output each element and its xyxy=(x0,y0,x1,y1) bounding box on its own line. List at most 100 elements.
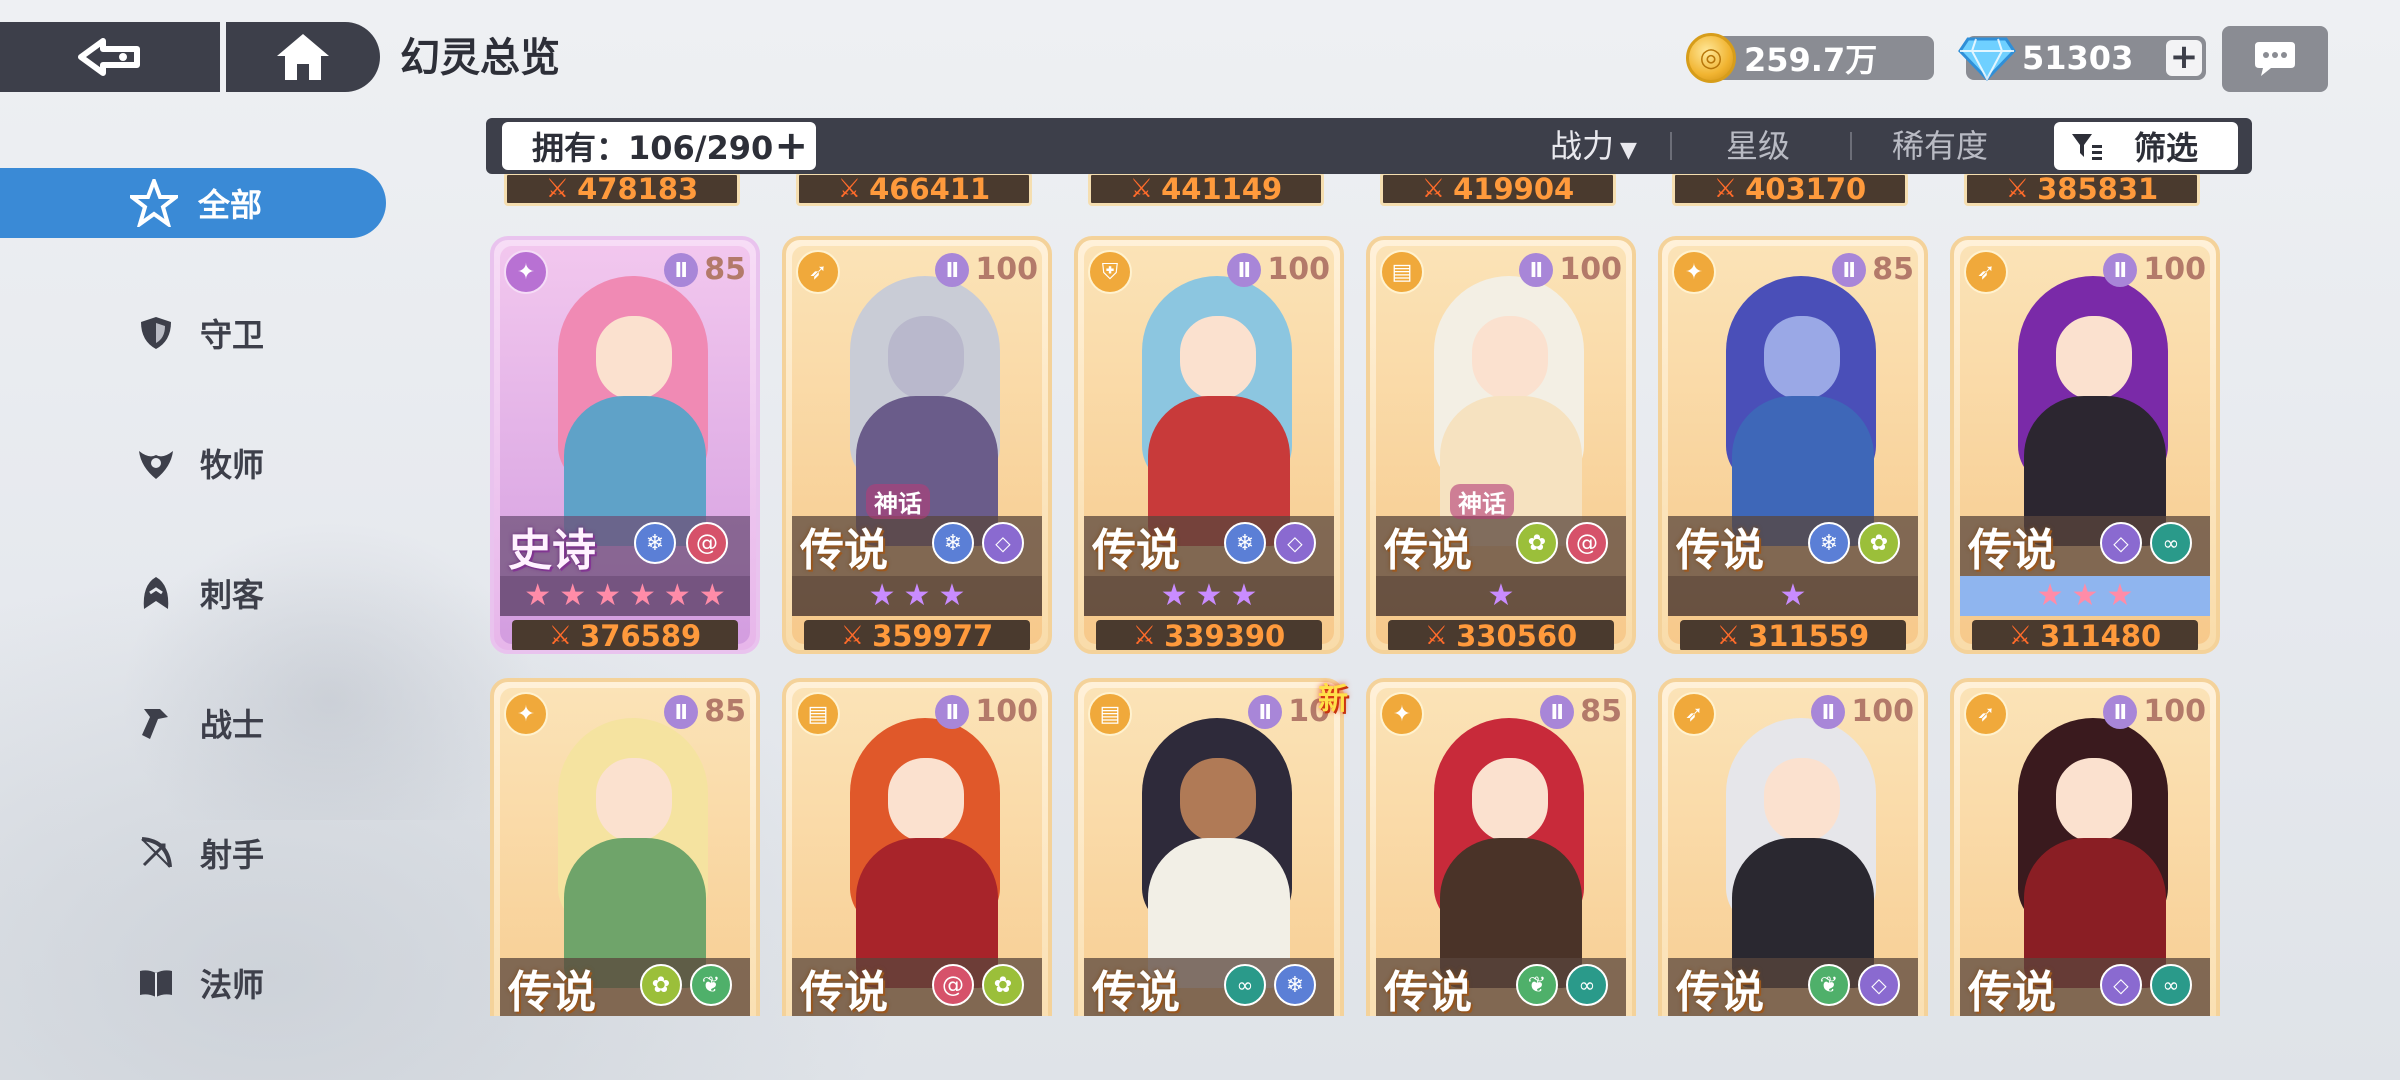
sidebar-item-label: 刺客 xyxy=(200,576,265,614)
sort-by-power[interactable]: 战力 ▼ xyxy=(1550,118,1637,174)
class-sidebar: 全部 守卫 牧师 刺客 战士 射手 法师 xyxy=(0,168,390,1078)
character-card[interactable]: ⛨ Ⅱ 100 传说 ❄ ◇ ★ ★ ★ ⚔ 339390 xyxy=(1074,236,1344,654)
spiral-element-icon: @ xyxy=(686,522,728,564)
void-element-icon: ◇ xyxy=(982,522,1024,564)
power-icon: ⚔ xyxy=(2008,621,2033,651)
sidebar-item-warrior[interactable]: 战士 xyxy=(0,688,390,758)
power-icon: ⚔ xyxy=(1421,174,1446,204)
sidebar-item-mage[interactable]: 法师 xyxy=(0,948,390,1018)
bow-class-icon: ➶ xyxy=(1964,250,2008,294)
book-class-icon: ▤ xyxy=(1088,692,1132,736)
owned-count-box[interactable]: 拥有：106/290 + xyxy=(502,122,816,170)
power-pill: ⚔ 419904 xyxy=(1380,174,1616,206)
void-element-icon: ◇ xyxy=(2100,964,2142,1006)
power-pill: ⚔ 441149 xyxy=(1088,174,1324,206)
power-icon: ⚔ xyxy=(1129,174,1154,204)
home-button[interactable] xyxy=(226,22,380,92)
power-value: 441149 xyxy=(1161,174,1283,206)
level-display: Ⅱ 85 xyxy=(1832,252,1914,287)
character-card[interactable]: ▤ Ⅱ 100 神话 传说 ✿ @ ★ ⚔ 330560 xyxy=(1366,236,1636,654)
character-face xyxy=(1180,758,1256,842)
power-pill: ⚔ 478183 xyxy=(504,174,740,206)
chat-button[interactable] xyxy=(2222,26,2328,92)
level-value: 85 xyxy=(1872,252,1914,287)
power-icon: ⚔ xyxy=(1713,174,1738,204)
star-icon: ★ xyxy=(2106,578,2134,613)
back-button[interactable] xyxy=(0,22,226,92)
owned-count: 拥有：106/290 xyxy=(532,129,774,167)
level-icon: Ⅱ xyxy=(664,252,699,287)
level-value: 85 xyxy=(1580,694,1622,729)
rarity-label: 传说 xyxy=(1968,967,2056,1016)
ice-element-icon: ❄ xyxy=(1224,522,1266,564)
rarity-label: 传说 xyxy=(508,967,596,1016)
sidebar-item-archer[interactable]: 射手 xyxy=(0,818,390,888)
character-card[interactable]: ✦ Ⅱ 85 传说 ❄ ✿ ★ ⚔ 311559 xyxy=(1658,236,1928,654)
bow-class-icon: ➶ xyxy=(1964,692,2008,736)
bow-icon xyxy=(132,829,180,877)
level-icon: Ⅱ xyxy=(664,694,699,729)
home-icon xyxy=(277,34,329,80)
power-value: 478183 xyxy=(577,174,699,206)
book-icon xyxy=(132,959,180,1007)
add-gems-button[interactable]: + xyxy=(2166,40,2202,76)
character-card[interactable]: ✦ Ⅱ 85 史诗 ❄ @ ★ ★ ★ ★ ★ ★ ⚔ 376589 xyxy=(490,236,760,654)
ice-element-icon: ❄ xyxy=(1274,964,1316,1006)
character-card[interactable]: ➶ Ⅱ 100 传说 ◇ ∞ xyxy=(1950,678,2220,1016)
level-value: 100 xyxy=(975,252,1038,287)
character-card[interactable]: ➶ Ⅱ 100 传说 ❦ ◇ xyxy=(1658,678,1928,1016)
leaf-element-icon: ❦ xyxy=(1808,964,1850,1006)
character-card[interactable]: ▤ Ⅱ 10 传说 ∞ ❄ xyxy=(1074,678,1344,1016)
new-badge: 新 xyxy=(1318,682,1348,717)
spiral-element-icon: @ xyxy=(932,964,974,1006)
power-value: 385831 xyxy=(2037,174,2159,206)
sort-by-star[interactable]: 星级 xyxy=(1726,118,1790,174)
character-card[interactable]: ➶ Ⅱ 100 神话 传说 ❄ ◇ ★ ★ ★ ⚔ 359977 xyxy=(782,236,1052,654)
sidebar-item-guard[interactable]: 守卫 xyxy=(0,298,390,368)
link-element-icon: ∞ xyxy=(2150,964,2192,1006)
power-value: 466411 xyxy=(869,174,991,206)
rarity-label: 传说 xyxy=(1092,525,1180,576)
sidebar-item-label: 牧师 xyxy=(200,446,265,484)
sort-by-rarity[interactable]: 稀有度 xyxy=(1892,118,1988,174)
power-icon: ⚔ xyxy=(1424,621,1449,651)
star-icon: ★ xyxy=(1160,578,1188,613)
power-icon: ⚔ xyxy=(840,621,865,651)
void-element-icon: ◇ xyxy=(1858,964,1900,1006)
character-card[interactable]: ✦ Ⅱ 85 传说 ✿ ❦ xyxy=(490,678,760,1016)
nature-element-icon: ✿ xyxy=(1516,522,1558,564)
sidebar-item-assassin[interactable]: 刺客 xyxy=(0,558,390,628)
rarity-label: 传说 xyxy=(800,525,888,576)
link-element-icon: ∞ xyxy=(1224,964,1266,1006)
page-title: 幻灵总览 xyxy=(400,35,560,81)
book-class-icon: ▤ xyxy=(1380,250,1424,294)
star-icon: ★ xyxy=(1487,578,1515,613)
level-icon: Ⅱ xyxy=(2103,694,2138,729)
star-row: ★ xyxy=(1376,576,1626,616)
level-icon: Ⅱ xyxy=(1832,252,1867,287)
rarity-label: 传说 xyxy=(1676,525,1764,576)
rarity-label: 传说 xyxy=(1384,967,1472,1016)
level-display: Ⅱ 85 xyxy=(664,252,746,287)
expand-plus-icon[interactable]: + xyxy=(774,123,808,169)
character-card[interactable]: ➶ Ⅱ 100 传说 ◇ ∞ ★ ★ ★ ⚔ 311480 xyxy=(1950,236,2220,654)
all-star-icon xyxy=(130,179,178,227)
level-value: 100 xyxy=(2143,694,2206,729)
diamond-icon xyxy=(1958,37,2016,82)
gold-currency: ◎ 259.7万 xyxy=(1686,33,1934,83)
power-value: 311559 xyxy=(1748,619,1870,653)
character-card[interactable]: ▤ Ⅱ 100 传说 @ ✿ xyxy=(782,678,1052,1016)
level-value: 100 xyxy=(2143,252,2206,287)
back-arrow-icon xyxy=(78,38,140,76)
sidebar-item-label: 守卫 xyxy=(200,316,265,354)
assassin-icon xyxy=(132,569,180,617)
filter-button[interactable]: 筛选 xyxy=(2054,122,2238,170)
sidebar-item-priest[interactable]: 牧师 xyxy=(0,428,390,498)
character-card[interactable]: ✦ Ⅱ 85 传说 ❦ ∞ xyxy=(1366,678,1636,1016)
warrior-icon xyxy=(132,699,180,747)
chat-bubble-icon xyxy=(2255,42,2295,76)
power-pill: ⚔ 466411 xyxy=(796,174,1032,206)
void-element-icon: ◇ xyxy=(1274,522,1316,564)
power-value: 359977 xyxy=(872,619,994,653)
sidebar-item-all[interactable]: 全部 xyxy=(0,168,386,238)
